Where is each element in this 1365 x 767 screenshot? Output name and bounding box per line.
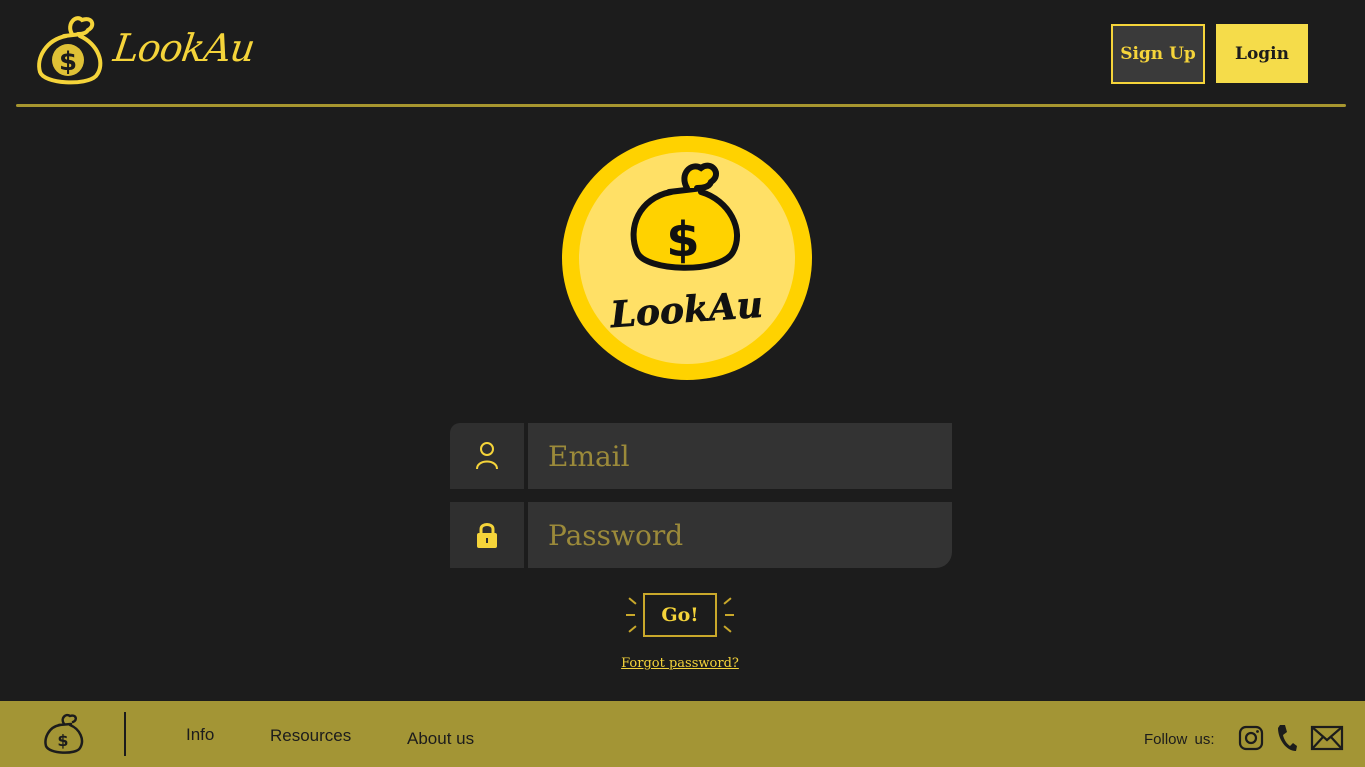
spark-decoration <box>628 625 637 633</box>
footer-link-resources[interactable]: Resources <box>270 726 351 746</box>
footer: $ Info Resources About us Follow us: <box>0 701 1365 767</box>
svg-text:$: $ <box>59 47 77 77</box>
money-bag-icon: $ <box>37 16 103 85</box>
login-button[interactable]: Login <box>1216 24 1308 83</box>
mail-icon[interactable] <box>1310 725 1344 751</box>
brand-name: LookAu <box>110 26 258 70</box>
brand-logo[interactable]: $ LookAu <box>36 14 257 86</box>
svg-text:$: $ <box>666 212 699 268</box>
phone-icon[interactable] <box>1276 723 1298 753</box>
password-input[interactable] <box>528 502 952 568</box>
signup-button[interactable]: Sign Up <box>1111 24 1205 84</box>
email-field-group <box>450 423 952 489</box>
spark-decoration <box>723 597 732 605</box>
follow-us-label: Follow us: <box>1144 731 1215 748</box>
spark-decoration <box>628 597 637 605</box>
password-field-group <box>450 502 952 568</box>
footer-link-info[interactable]: Info <box>186 725 214 745</box>
instagram-icon[interactable] <box>1238 725 1264 751</box>
spark-decoration <box>725 614 734 616</box>
forgot-password-link[interactable]: Forgot password? <box>560 656 800 671</box>
email-input[interactable] <box>528 423 952 489</box>
hero-logo: $ LookAu <box>561 134 813 382</box>
spark-decoration <box>626 614 635 616</box>
spark-decoration <box>723 625 732 633</box>
user-icon <box>476 442 498 470</box>
header-divider <box>16 104 1346 107</box>
lock-icon <box>477 523 497 548</box>
go-button-wrap: Go! <box>626 590 736 642</box>
footer-divider <box>124 712 126 756</box>
go-button[interactable]: Go! <box>643 593 717 637</box>
footer-money-bag-icon[interactable]: $ <box>44 713 84 755</box>
footer-link-about-us[interactable]: About us <box>407 729 474 749</box>
svg-text:$: $ <box>57 731 68 750</box>
